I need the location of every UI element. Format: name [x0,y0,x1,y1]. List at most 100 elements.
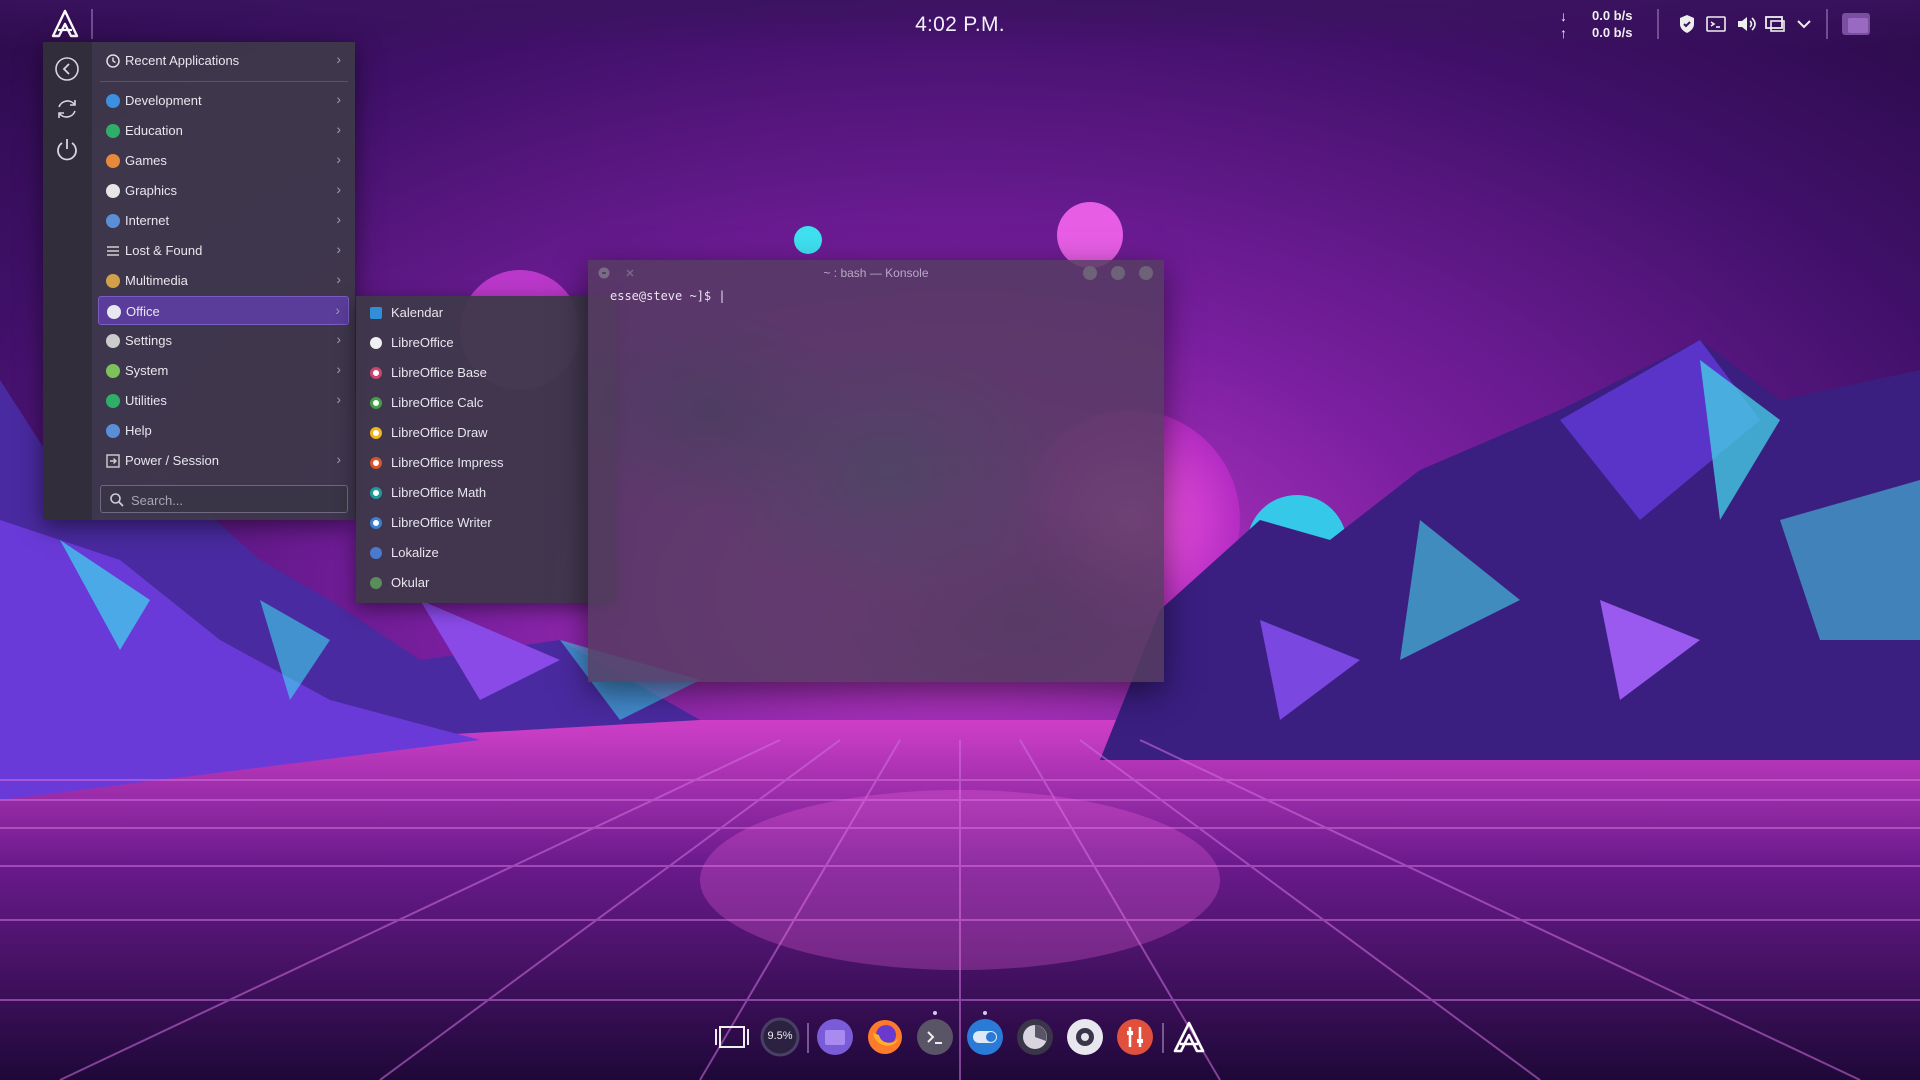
search-input[interactable] [129,489,343,511]
terminal-icon[interactable] [1704,12,1728,36]
menu-item-graphics[interactable]: Graphics › [98,176,349,205]
menu-item-settings[interactable]: Settings › [98,326,349,355]
list-icon [107,246,119,256]
submenu-item-libreoffice-draw[interactable]: LibreOffice Draw [362,419,610,447]
help-icon [106,424,120,438]
konsole-titlebar[interactable]: ~ : bash — Konsole [588,260,1164,286]
terminal-background [588,290,1164,682]
libreoffice-impress-icon [370,457,382,469]
chevron-right-icon: › [336,91,341,107]
chevron-right-icon: › [336,271,341,287]
submenu-item-lokalize[interactable]: Lokalize [362,539,610,567]
submenu-item-label: Lokalize [391,545,439,560]
submenu-item-libreoffice[interactable]: LibreOffice [362,329,610,357]
menu-item-multimedia[interactable]: Multimedia › [98,266,349,295]
menu-item-label: Games [125,153,167,168]
submenu-item-label: LibreOffice Draw [391,425,488,440]
back-icon[interactable] [53,55,81,83]
panel-separator [1826,9,1828,39]
internet-icon [106,214,120,228]
running-indicator [933,1011,937,1015]
application-menu: Recent Applications › Development › Educ… [43,42,355,520]
menu-item-label: Lost & Found [125,243,203,258]
network-speed-widget[interactable]: ↓ 0.0 b/s ↑ 0.0 b/s [1560,8,1640,42]
firefox-icon[interactable] [865,1017,905,1057]
menu-item-lost-and-found[interactable]: Lost & Found › [98,236,349,265]
disk-usage-icon[interactable] [1015,1017,1055,1057]
libreoffice-draw-icon [370,427,382,439]
chevron-right-icon: › [336,151,341,167]
office-submenu: Kalendar LibreOffice LibreOffice Base Li… [356,296,616,603]
libreoffice-calc-icon [370,397,382,409]
menu-item-development[interactable]: Development › [98,86,349,115]
shield-icon[interactable] [1675,12,1699,36]
submenu-item-okular[interactable]: Okular [362,569,610,597]
close-button[interactable] [1139,266,1153,280]
menu-item-office[interactable]: Office › [98,296,349,325]
menu-rail [43,42,92,520]
maximize-button[interactable] [1111,266,1125,280]
menu-item-label: Utilities [125,393,167,408]
power-icon[interactable] [53,135,81,163]
games-icon [106,154,120,168]
menu-item-label: Office [126,304,160,319]
graphics-icon [106,184,120,198]
menu-item-games[interactable]: Games › [98,146,349,175]
mixer-icon[interactable] [1115,1017,1155,1057]
menu-item-label: Recent Applications [125,53,240,68]
menu-item-label: Power / Session [125,453,219,468]
panel-separator [91,9,93,39]
chevron-right-icon: › [336,121,341,137]
system-icon [106,364,120,378]
menu-item-label: Internet [125,213,170,228]
submenu-item-label: Kalendar [391,305,444,320]
files-icon[interactable] [815,1017,855,1057]
submenu-item-libreoffice-math[interactable]: LibreOffice Math [362,479,610,507]
submenu-item-libreoffice-impress[interactable]: LibreOffice Impress [362,449,610,477]
cpu-percent: 9.5% [767,1030,793,1042]
submenu-item-label: LibreOffice Writer [391,515,492,530]
submenu-item-label: LibreOffice Base [391,365,487,380]
okular-icon [370,577,382,589]
terminal-prompt[interactable]: esse@steve ~]$ | [610,289,726,303]
menu-item-label: Settings [125,333,172,348]
refresh-icon[interactable] [53,95,81,123]
libreoffice-icon [370,337,382,349]
arcolinux-icon[interactable] [1169,1017,1209,1057]
submenu-item-kalendar[interactable]: Kalendar [362,299,610,327]
application-launcher-button[interactable] [49,8,81,40]
menu-item-help[interactable]: Help [98,416,349,445]
terminal-icon[interactable] [915,1017,955,1057]
clock-label[interactable]: 4:02 P.M. [915,13,1005,36]
menu-item-system[interactable]: System › [98,356,349,385]
minimize-button[interactable] [1083,266,1097,280]
menu-item-utilities[interactable]: Utilities › [98,386,349,415]
logout-icon [106,454,120,468]
desktop-switch-icon[interactable] [712,1017,752,1057]
menu-search-box[interactable] [100,485,348,513]
window-title: ~ : bash — Konsole [823,266,929,280]
media-icon[interactable] [1065,1017,1105,1057]
dock: 9.5% [700,1010,1220,1070]
download-arrow-icon: ↓ [1560,8,1567,24]
menu-item-internet[interactable]: Internet › [98,206,349,235]
cpu-monitor-icon[interactable]: 9.5% [760,1017,800,1057]
konsole-window[interactable]: ~ : bash — Konsole esse@steve ~]$ | [588,260,1164,682]
display-icon[interactable] [1763,12,1787,36]
menu-item-education[interactable]: Education › [98,116,349,145]
menu-item-label: Help [125,423,152,438]
libreoffice-writer-icon [370,517,382,529]
settings-toggle-icon[interactable] [965,1017,1005,1057]
menu-item-power-session[interactable]: Power / Session › [98,446,349,475]
clock-icon [106,54,120,68]
chevron-down-icon[interactable] [1792,12,1816,36]
upload-speed: 0.0 b/s [1592,25,1633,40]
menu-item-recent-applications[interactable]: Recent Applications › [98,46,349,75]
volume-icon[interactable] [1734,12,1758,36]
submenu-item-libreoffice-base[interactable]: LibreOffice Base [362,359,610,387]
submenu-item-libreoffice-calc[interactable]: LibreOffice Calc [362,389,610,417]
virtual-desktop-pager[interactable] [1842,13,1870,35]
chevron-right-icon: › [336,391,341,407]
submenu-item-libreoffice-writer[interactable]: LibreOffice Writer [362,509,610,537]
submenu-item-label: LibreOffice Math [391,485,487,500]
